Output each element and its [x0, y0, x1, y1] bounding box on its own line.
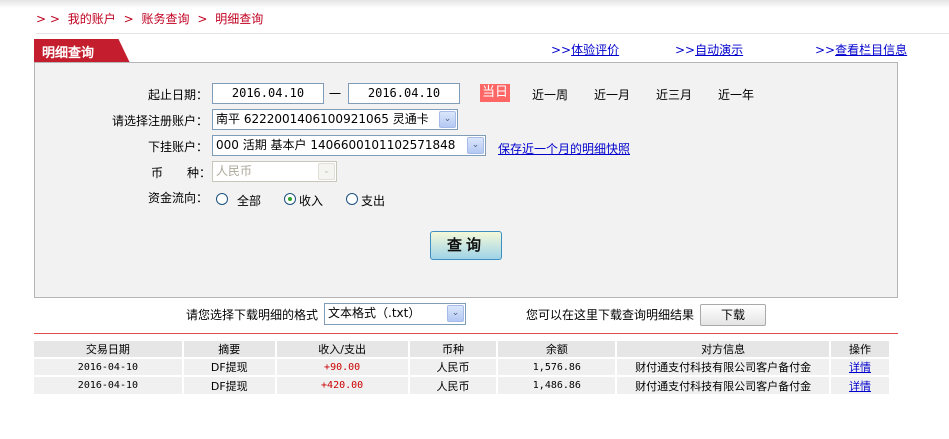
- format-select[interactable]: 文本格式（.txt） ⌄: [324, 303, 466, 325]
- download-button[interactable]: 下载: [700, 304, 766, 326]
- cell-balance: 1,576.86: [497, 357, 618, 376]
- chevron-down-icon[interactable]: ⌄: [447, 305, 464, 322]
- top-shadow: [0, 0, 949, 8]
- chevron-down-icon[interactable]: ⌄: [439, 111, 456, 128]
- header-summary: 摘要: [182, 341, 277, 358]
- transaction-table: 交易日期 摘要 收入/支出 币种 余额 对方信息 操作 2016-04-10 D…: [34, 341, 891, 394]
- chevron-down-icon[interactable]: ⌄: [467, 137, 484, 154]
- cell-summary: DF提现: [182, 357, 277, 376]
- breadcrumb-separator: >: [123, 12, 134, 26]
- header-action: 操作: [830, 341, 891, 358]
- sub-account-select[interactable]: 000 活期 基本户 1406600101102571848 ⌄: [212, 135, 486, 156]
- breadcrumb: > > 我的账户 > 账务查询 > 明细查询: [36, 10, 267, 27]
- cell-date: 2016-04-10: [34, 357, 184, 376]
- reg-account-label: 请选择注册账户：: [111, 114, 208, 128]
- radio-all-label[interactable]: 全部: [237, 192, 261, 209]
- save-snapshot-link[interactable]: 保存近一个月的明细快照: [498, 140, 630, 157]
- end-date-input[interactable]: 2016.04.10: [348, 83, 460, 104]
- sub-account-value: 000 活期 基本户 1406600101102571848: [216, 138, 456, 152]
- cell-date: 2016-04-10: [34, 375, 184, 394]
- currency-label: 币 种：: [151, 166, 212, 180]
- tab-detail-query[interactable]: 明细查询: [34, 39, 130, 63]
- divider: [34, 333, 898, 334]
- breadcrumb-separator: >: [197, 12, 208, 26]
- date-dash: 一: [329, 87, 342, 101]
- sub-account-label: 下挂账户：: [147, 140, 208, 154]
- header-date: 交易日期: [34, 341, 184, 358]
- cell-currency: 人民币: [408, 357, 499, 376]
- divider: [36, 33, 949, 34]
- range-today[interactable]: 当日: [480, 84, 510, 102]
- detail-link[interactable]: 详情: [849, 361, 871, 374]
- date-label: 起止日期：: [147, 88, 208, 102]
- chevron-down-icon: ⌄: [318, 163, 335, 180]
- format-value: 文本格式（.txt）: [328, 306, 421, 320]
- radio-expense[interactable]: [346, 193, 358, 205]
- cell-amount: +420.00: [275, 375, 410, 394]
- header-balance: 余额: [497, 341, 618, 358]
- link-column-info[interactable]: >>查看栏目信息: [815, 41, 907, 58]
- range-month[interactable]: 近一月: [594, 86, 630, 103]
- link-feedback[interactable]: >>体验评价: [551, 41, 619, 58]
- link-auto-demo[interactable]: >>自动演示: [675, 41, 743, 58]
- range-three-months[interactable]: 近三月: [656, 86, 692, 103]
- format-label: 请您选择下载明细的格式: [186, 308, 319, 322]
- radio-expense-label[interactable]: 支出: [361, 192, 385, 209]
- currency-value: 人民币: [216, 164, 253, 178]
- cell-counterparty: 财付通支付科技有限公司客户备付金: [616, 357, 831, 376]
- radio-income-label[interactable]: 收入: [299, 192, 323, 209]
- range-year[interactable]: 近一年: [718, 86, 754, 103]
- breadcrumb-my-account[interactable]: 我的账户: [68, 12, 116, 26]
- header-amount: 收入/支出: [275, 341, 410, 358]
- table-row: 2016-04-10 DF提现 +90.00 人民币 1,576.86 财付通支…: [34, 357, 891, 376]
- detail-link[interactable]: 详情: [849, 380, 871, 393]
- query-button[interactable]: 查询: [430, 231, 502, 260]
- currency-select: 人民币 ⌄: [212, 161, 337, 182]
- cell-summary: DF提现: [182, 375, 277, 394]
- header-currency: 币种: [408, 341, 499, 358]
- reg-account-value: 南平 6222001406100921065 灵通卡: [216, 112, 429, 126]
- breadcrumb-separator: > >: [36, 12, 60, 26]
- cell-amount: +90.00: [275, 357, 410, 376]
- header-counterparty: 对方信息: [616, 341, 831, 358]
- reg-account-select[interactable]: 南平 6222001406100921065 灵通卡 ⌄: [212, 109, 458, 130]
- breadcrumb-account-query[interactable]: 账务查询: [142, 12, 190, 26]
- start-date-input[interactable]: 2016.04.10: [212, 83, 324, 104]
- radio-income[interactable]: [284, 193, 296, 205]
- cell-currency: 人民币: [408, 375, 499, 394]
- range-week[interactable]: 近一周: [532, 86, 568, 103]
- download-hint: 您可以在这里下载查询明细结果: [526, 308, 695, 322]
- breadcrumb-detail-query: 明细查询: [215, 12, 264, 26]
- table-header: 交易日期 摘要 收入/支出 币种 余额 对方信息 操作: [34, 341, 891, 358]
- radio-all[interactable]: [216, 193, 228, 205]
- cell-counterparty: 财付通支付科技有限公司客户备付金: [616, 375, 831, 394]
- table-row: 2016-04-10 DF提现 +420.00 人民币 1,486.86 财付通…: [34, 375, 891, 394]
- cell-balance: 1,486.86: [497, 375, 618, 394]
- flow-label: 资金流向：: [147, 191, 208, 205]
